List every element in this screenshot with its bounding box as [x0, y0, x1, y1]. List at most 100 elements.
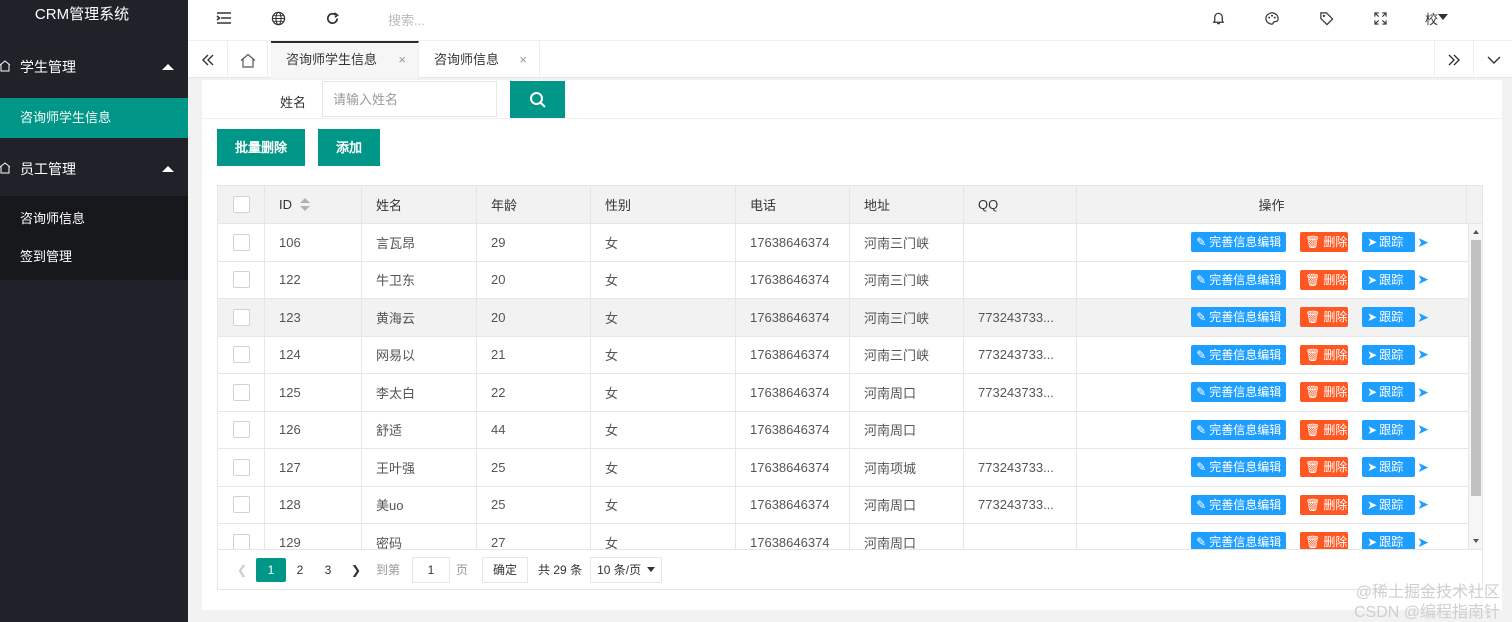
- search-button[interactable]: [510, 81, 565, 118]
- row-select[interactable]: [218, 449, 265, 486]
- sidebar-group-staff[interactable]: 员工管理: [0, 148, 188, 190]
- goto-page-input[interactable]: 1: [412, 556, 451, 583]
- checkbox[interactable]: [233, 346, 250, 364]
- close-icon[interactable]: ×: [519, 41, 527, 79]
- add-button[interactable]: 添加: [318, 129, 380, 166]
- sidebar-item-counselor-info[interactable]: 咨询师信息: [0, 200, 188, 238]
- edit-info-button[interactable]: ✎ 完善信息编辑: [1191, 307, 1287, 328]
- table-row[interactable]: 124 网易以 21 女 17638646374 河南三门峡 773243733... ✎ 完善…: [218, 336, 1468, 374]
- edit-info-button[interactable]: ✎ 完善信息编辑: [1191, 344, 1287, 365]
- track-button[interactable]: ➤ 跟踪: [1362, 307, 1416, 328]
- column-header-id[interactable]: ID: [265, 186, 362, 223]
- header-search[interactable]: 搜索...: [388, 10, 425, 29]
- home-tab-icon[interactable]: [228, 41, 268, 79]
- track-button[interactable]: ➤ 跟踪: [1362, 494, 1416, 515]
- delete-button[interactable]: 🗑 删除: [1300, 457, 1349, 478]
- sidebar-group-header[interactable]: 员工管理: [0, 148, 188, 190]
- scroll-down-icon[interactable]: [1473, 539, 1479, 543]
- checkbox[interactable]: [233, 308, 250, 326]
- fullscreen-icon[interactable]: [1370, 8, 1390, 28]
- next-page-icon[interactable]: ❯: [342, 558, 370, 582]
- track-button[interactable]: ➤ 跟踪: [1362, 532, 1416, 549]
- sidebar-item-counselor-students[interactable]: 咨询师学生信息: [0, 98, 188, 138]
- paper-plane-icon[interactable]: ➤: [1417, 384, 1429, 401]
- menu-toggle-icon[interactable]: [214, 8, 234, 28]
- paper-plane-icon[interactable]: ➤: [1417, 421, 1429, 438]
- delete-button[interactable]: 🗑 删除: [1300, 307, 1349, 328]
- checkbox[interactable]: [233, 458, 250, 476]
- page-1[interactable]: 1: [256, 557, 286, 582]
- table-row[interactable]: 125 李太白 22 女 17638646374 河南周口 773243733... ✎ 完善信…: [218, 374, 1468, 412]
- track-button[interactable]: ➤ 跟踪: [1362, 269, 1416, 290]
- track-button[interactable]: ➤ 跟踪: [1362, 382, 1416, 403]
- paper-plane-icon[interactable]: ➤: [1417, 234, 1429, 251]
- edit-info-button[interactable]: ✎ 完善信息编辑: [1191, 532, 1287, 549]
- row-select[interactable]: [218, 524, 265, 549]
- goto-confirm-button[interactable]: 确定: [482, 556, 529, 583]
- paper-plane-icon[interactable]: ➤: [1417, 459, 1429, 476]
- edit-info-button[interactable]: ✎ 完善信息编辑: [1191, 494, 1287, 515]
- delete-button[interactable]: 🗑 删除: [1300, 382, 1349, 403]
- tab-counselor-students[interactable]: 咨询师学生信息 ×: [271, 41, 419, 79]
- name-search-input[interactable]: [322, 81, 497, 117]
- tabs-scroll-left-icon[interactable]: [188, 41, 228, 79]
- page-2[interactable]: 2: [286, 558, 314, 582]
- table-row[interactable]: 126 舒适 44 女 17638646374 河南周口 ✎ 完善信息编辑 🗑 删除 ➤ 跟踪 ➤: [218, 411, 1468, 449]
- edit-info-button[interactable]: ✎ 完善信息编辑: [1191, 457, 1287, 478]
- paper-plane-icon[interactable]: ➤: [1417, 496, 1429, 513]
- delete-button[interactable]: 🗑 删除: [1300, 232, 1349, 253]
- close-icon[interactable]: ×: [398, 43, 406, 77]
- row-select[interactable]: [218, 486, 265, 523]
- header-select-all[interactable]: [218, 186, 265, 223]
- refresh-icon[interactable]: [322, 8, 342, 28]
- scroll-up-icon[interactable]: [1473, 230, 1479, 234]
- sidebar-group-students[interactable]: 学生管理: [0, 34, 188, 96]
- row-select[interactable]: [218, 299, 265, 336]
- delete-button[interactable]: 🗑 删除: [1300, 419, 1349, 440]
- sort-icon[interactable]: [300, 197, 310, 212]
- table-row[interactable]: 106 言瓦昂 29 女 17638646374 河南三门峡 ✎ 完善信息编辑 🗑 删除 ➤ 跟踪 ➤: [218, 224, 1468, 262]
- globe-icon[interactable]: [268, 8, 288, 28]
- track-button[interactable]: ➤ 跟踪: [1362, 457, 1416, 478]
- paper-plane-icon[interactable]: ➤: [1417, 309, 1429, 326]
- row-select[interactable]: [218, 336, 265, 373]
- edit-info-button[interactable]: ✎ 完善信息编辑: [1191, 419, 1287, 440]
- checkbox[interactable]: [233, 421, 250, 439]
- delete-button[interactable]: 🗑 删除: [1300, 269, 1349, 290]
- prev-page-icon[interactable]: ❮: [228, 558, 256, 582]
- row-select[interactable]: [218, 261, 265, 298]
- paper-plane-icon[interactable]: ➤: [1417, 534, 1429, 549]
- table-row[interactable]: 128 美uo 25 女 17638646374 河南周口 773243733... ✎ 完善信…: [218, 486, 1468, 524]
- tag-icon[interactable]: [1316, 8, 1336, 28]
- track-button[interactable]: ➤ 跟踪: [1362, 419, 1416, 440]
- tabs-scroll-right-icon[interactable]: [1434, 41, 1474, 79]
- row-select[interactable]: [218, 224, 265, 261]
- table-row[interactable]: 123 黄海云 20 女 17638646374 河南三门峡 773243733... ✎ 完善…: [218, 299, 1468, 337]
- row-select[interactable]: [218, 374, 265, 411]
- checkbox[interactable]: [233, 383, 250, 401]
- table-row[interactable]: 122 牛卫东 20 女 17638646374 河南三门峡 ✎ 完善信息编辑 🗑 删除 ➤ 跟踪 ➤: [218, 261, 1468, 299]
- tab-counselor-info[interactable]: 咨询师信息 ×: [419, 41, 540, 79]
- paper-plane-icon[interactable]: ➤: [1417, 346, 1429, 363]
- edit-info-button[interactable]: ✎ 完善信息编辑: [1191, 232, 1287, 253]
- checkbox[interactable]: [233, 196, 250, 213]
- page-3[interactable]: 3: [314, 558, 342, 582]
- table-row[interactable]: 127 王叶强 25 女 17638646374 河南项城 773243733... ✎ 完善信…: [218, 449, 1468, 487]
- bell-icon[interactable]: [1208, 8, 1228, 28]
- edit-info-button[interactable]: ✎ 完善信息编辑: [1191, 382, 1287, 403]
- user-menu[interactable]: 校: [1425, 9, 1438, 28]
- paper-plane-icon[interactable]: ➤: [1417, 271, 1429, 288]
- chevron-down-icon[interactable]: [1438, 14, 1448, 20]
- table-row[interactable]: 129 密码 27 女 17638646374 河南周口 ✎ 完善信息编辑 🗑 删除 ➤ 跟踪 ➤: [218, 524, 1468, 549]
- sidebar-item-checkin[interactable]: 签到管理: [0, 238, 188, 276]
- checkbox[interactable]: [233, 271, 250, 289]
- table-scrollbar[interactable]: [1468, 224, 1482, 549]
- delete-button[interactable]: 🗑 删除: [1300, 344, 1349, 365]
- row-select[interactable]: [218, 411, 265, 448]
- delete-button[interactable]: 🗑 删除: [1300, 494, 1349, 515]
- scroll-thumb[interactable]: [1471, 240, 1481, 496]
- page-size-select[interactable]: 10 条/页: [590, 556, 663, 583]
- checkbox[interactable]: [233, 533, 250, 549]
- delete-button[interactable]: 🗑 删除: [1300, 532, 1349, 549]
- sidebar-group-header[interactable]: 学生管理: [0, 46, 188, 88]
